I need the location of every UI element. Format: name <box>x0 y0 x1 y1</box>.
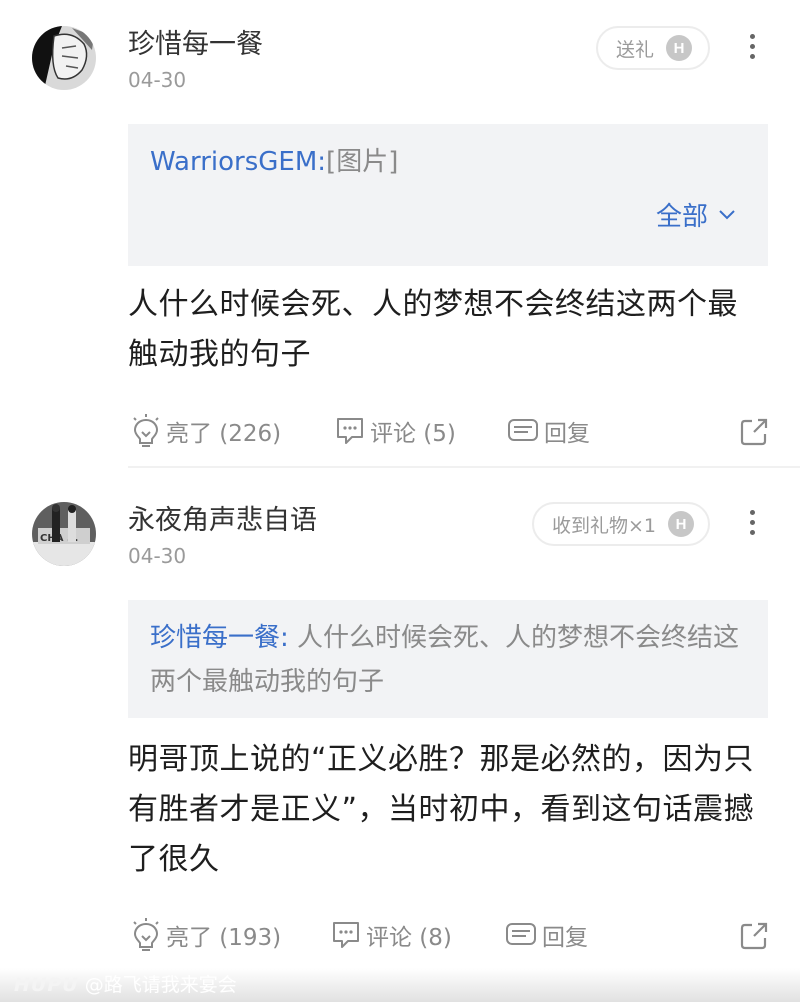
reply-label: 回复 <box>544 421 590 447</box>
lightbulb-icon <box>133 414 159 447</box>
reply-icon <box>506 923 536 945</box>
reply-icon <box>508 419 538 441</box>
comment-button[interactable]: 评论 (8) <box>330 918 452 952</box>
reply-button[interactable]: 回复 <box>506 414 590 448</box>
chevron-down-icon <box>719 209 735 219</box>
comment-bubble-icon <box>337 418 363 444</box>
watermark-handle: @路飞请我来宴会 <box>84 974 237 996</box>
action-bar: 亮了 (226) 评论 (5) 回复 <box>130 414 770 454</box>
more-options-icon[interactable] <box>747 34 757 64</box>
quote-author-link[interactable]: WarriorsGEM: <box>150 147 326 177</box>
quote-text: [图片] <box>326 147 399 177</box>
share-button[interactable] <box>738 920 770 956</box>
comment-body: 明哥顶上说的“正义必胜？那是必然的，因为只有胜者才是正义”，当时初中，看到这句话… <box>128 742 755 877</box>
share-button[interactable] <box>738 416 770 452</box>
gift-button[interactable]: 送礼 H <box>596 26 710 70</box>
comment-date: 04-30 <box>128 68 187 92</box>
username[interactable]: 永夜角声悲自语 <box>128 507 317 534</box>
like-button[interactable]: 亮了 (193) <box>130 918 281 952</box>
gift-label: 送礼 <box>616 38 655 61</box>
share-icon <box>740 922 768 950</box>
gift-button[interactable]: 收到礼物×1 H <box>532 502 710 546</box>
quote-author-link[interactable]: 珍惜每一餐: <box>150 623 289 653</box>
avatar[interactable]: CHA ... <box>32 502 96 566</box>
expand-all-label: 全部 <box>655 202 708 232</box>
comment-bubble-icon <box>333 922 359 948</box>
share-icon <box>740 418 768 446</box>
avatar[interactable] <box>32 26 96 90</box>
hupu-logo: HUPU <box>14 974 79 996</box>
comment-button[interactable]: 评论 (5) <box>334 414 456 448</box>
reply-button[interactable]: 回复 <box>504 918 588 952</box>
like-count: 亮了 (193) <box>166 925 282 951</box>
like-button[interactable]: 亮了 (226) <box>130 414 281 448</box>
action-bar: 亮了 (193) 评论 (8) 回复 <box>130 918 770 958</box>
watermark: HUPU @路飞请我来宴会 <box>0 968 800 1002</box>
comment-divider <box>128 466 800 468</box>
comment-body: 人什么时候会死、人的梦想不会终结这两个最触动我的句子 <box>128 287 738 372</box>
quoted-comment[interactable]: WarriorsGEM:[图片] 全部 <box>128 124 768 266</box>
username[interactable]: 珍惜每一餐 <box>128 31 263 58</box>
reply-label: 回复 <box>542 925 588 951</box>
comment-count: 评论 (5) <box>370 421 456 447</box>
more-options-icon[interactable] <box>747 510 757 540</box>
gift-label: 收到礼物×1 <box>552 514 657 537</box>
comment-count: 评论 (8) <box>366 925 452 951</box>
expand-all-button[interactable]: 全部 <box>656 196 736 233</box>
hupu-h-icon: H <box>666 35 693 61</box>
hupu-h-icon: H <box>668 511 695 537</box>
comment-date: 04-30 <box>128 544 187 568</box>
lightbulb-icon <box>133 918 159 951</box>
like-count: 亮了 (226) <box>166 421 282 447</box>
quoted-comment[interactable]: 珍惜每一餐: 人什么时候会死、人的梦想不会终结这两个最触动我的句子 <box>128 600 768 718</box>
